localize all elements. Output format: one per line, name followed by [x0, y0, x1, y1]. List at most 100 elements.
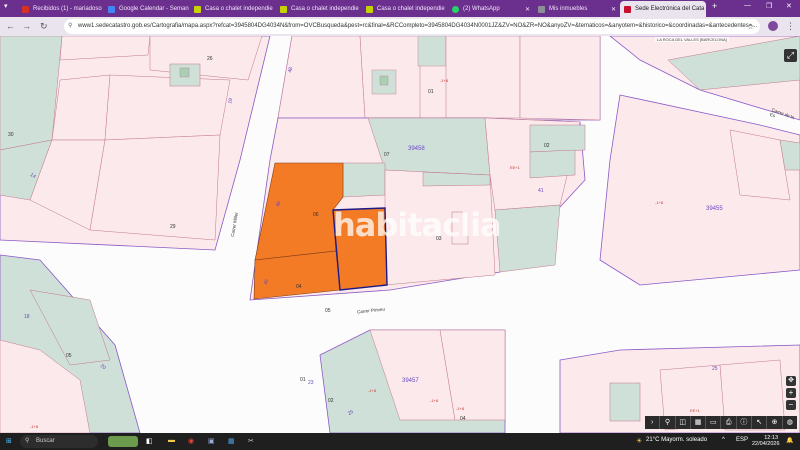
house-number: 18 — [24, 314, 30, 320]
house-number: 45 — [263, 278, 271, 286]
habitaclia-icon — [280, 5, 287, 13]
tab-listing-3[interactable]: Casa o chalet independie✕ — [362, 1, 448, 17]
browser-tab-bar: Recibidos (1) - mariadoso✕ Google Calend… — [0, 0, 800, 17]
bookmark-star-icon[interactable]: ☆ — [747, 19, 754, 34]
catastro-icon — [624, 5, 631, 13]
url-input[interactable]: ⚲ www1.sedecatastro.gob.es/Cartografia/m… — [64, 19, 760, 34]
tool-icon[interactable]: ✂ — [248, 437, 254, 445]
parcel-number: 30 — [8, 132, 14, 138]
screen: Recibidos (1) - mariadoso✕ Google Calend… — [0, 0, 800, 450]
marker-label: EE+1 — [510, 165, 520, 170]
marker-label: -1+8 — [430, 398, 439, 403]
block-number: 39457 — [402, 378, 419, 384]
address-bar: ← → ↻ ⚲ www1.sedecatastro.gob.es/Cartogr… — [0, 17, 800, 36]
street-label: Carrer Pirineu — [356, 306, 386, 315]
tray-chevron-icon[interactable]: ^ — [722, 437, 725, 443]
close-icon[interactable]: ✕ — [521, 6, 530, 13]
windows-taskbar: ⊞ ⚲ Buscar ◧ ▬ ◉ ▣ ▦ ✂ ☀ 21°C Mayorm. so… — [0, 433, 800, 450]
taskbar-search[interactable]: ⚲ Buscar — [20, 435, 98, 448]
habitaclia-icon — [366, 5, 373, 13]
layers-icon[interactable]: ◫ — [676, 416, 691, 429]
habitaclia-watermark: habitaclia — [333, 206, 502, 244]
map-toolbar: › ⚲ ◫ ▦ ▭ ⎙ ⓘ ↖ ⊕ ◍ — [645, 416, 797, 429]
block-number: 39458 — [408, 146, 425, 152]
marker-label: EE+1 — [690, 408, 700, 413]
street-label: Carrer Miller — [229, 211, 239, 238]
zoom-in-button[interactable]: + — [786, 388, 796, 398]
parcel-number: 01 — [300, 377, 306, 383]
tab-calendar[interactable]: Google Calendar - Seman✕ — [104, 1, 190, 17]
maximize-icon[interactable]: ❐ — [766, 2, 772, 10]
weather-icon: ☀ — [636, 438, 643, 445]
reload-icon[interactable]: ↻ — [40, 21, 48, 32]
house-number: 20 — [98, 362, 107, 372]
gmail-icon — [22, 5, 29, 13]
calendar-icon — [108, 5, 115, 13]
whatsapp-icon — [452, 5, 459, 13]
minimize-icon[interactable]: — — [744, 2, 751, 9]
windows-start-icon[interactable]: ⊞ — [6, 437, 12, 445]
ruler-icon[interactable]: ▭ — [706, 416, 722, 429]
calculator-icon[interactable]: ▦ — [228, 437, 235, 445]
menu-icon[interactable]: ⋮ — [786, 21, 795, 32]
house-number: 25 — [346, 409, 355, 417]
print-icon[interactable]: ⎙ — [721, 416, 737, 429]
zoom-out-button[interactable]: − — [786, 400, 796, 410]
marker-label: -1+8 — [655, 200, 664, 205]
app-icon[interactable]: ▣ — [208, 437, 215, 445]
forward-icon[interactable]: → — [22, 21, 31, 31]
house-number: 48 — [287, 66, 295, 74]
parcel-number: 05 — [325, 308, 331, 314]
parcel-number: 04 — [296, 284, 302, 290]
arrow-right-icon[interactable]: › — [645, 416, 661, 429]
marker-label: -1+8 — [368, 388, 377, 393]
tab-mis-inmuebles[interactable]: Mis inmuebles ✕ — [534, 1, 620, 17]
habitaclia-icon — [194, 5, 201, 13]
marker-label: -1+8 — [30, 424, 39, 429]
fullscreen-icon[interactable]: ⤢ — [784, 49, 797, 62]
notification-icon[interactable]: 🔔 — [786, 437, 793, 444]
house-number: 14 — [28, 172, 37, 180]
grid-icon[interactable]: ▦ — [691, 416, 707, 429]
parcel-number: 29 — [170, 224, 176, 230]
parcel-number: 04 — [460, 416, 466, 422]
cadastral-map[interactable]: 26 30 29 01 07 02 06 05 04 03 01 02 04 0… — [0, 35, 800, 434]
parcel-number: 02 — [328, 398, 334, 404]
parcel-number: 05 — [66, 353, 72, 359]
parcel-number: 07 — [384, 152, 390, 158]
tab-catastro[interactable]: Sede Electrónica del Cata✕ — [620, 1, 706, 17]
pointer-icon[interactable]: ↖ — [752, 416, 768, 429]
chrome-icon[interactable]: ◉ — [188, 437, 194, 445]
site-info-icon[interactable]: ⚲ — [68, 19, 72, 34]
close-icon[interactable]: ✕ — [704, 6, 706, 13]
task-view-icon[interactable]: ◧ — [146, 437, 153, 445]
parcel-number: 02 — [544, 143, 550, 149]
close-icon[interactable]: ✕ — [607, 6, 616, 13]
info-icon[interactable]: ⓘ — [737, 416, 753, 429]
pan-icon[interactable]: ✥ — [786, 376, 796, 386]
window-close-icon[interactable]: ✕ — [786, 2, 792, 10]
new-tab-button[interactable]: + — [712, 1, 717, 11]
page-icon — [538, 5, 545, 13]
tab-gmail[interactable]: Recibidos (1) - mariadoso✕ — [18, 1, 104, 17]
profile-avatar[interactable] — [768, 21, 778, 31]
language-indicator[interactable]: ESP — [736, 437, 748, 443]
house-number: 23 — [308, 380, 314, 386]
house-number: 25 — [712, 366, 718, 372]
parcel-number: 01 — [428, 89, 434, 95]
clock[interactable]: 12:13 22/04/2026 — [752, 435, 780, 447]
marker-label: -1+8 — [456, 406, 465, 411]
municipality-label: LA ROCA DEL VALLES [BARCELONA] — [655, 37, 729, 42]
widget-image[interactable] — [108, 436, 138, 447]
file-explorer-icon[interactable]: ▬ — [168, 437, 175, 444]
tab-search-icon[interactable]: ▾ — [4, 2, 8, 10]
back-icon[interactable]: ← — [6, 21, 15, 31]
block-number: 39455 — [706, 206, 723, 212]
house-number: 41 — [538, 188, 544, 194]
zoom-icon[interactable]: ⊕ — [767, 416, 783, 429]
tab-whatsapp[interactable]: (2) WhatsApp ✕ — [448, 1, 534, 17]
search-icon[interactable]: ⚲ — [660, 416, 676, 429]
tab-listing-2[interactable]: Casa o chalet independie✕ — [276, 1, 362, 17]
globe-icon[interactable]: ◍ — [783, 416, 797, 429]
tab-listing-1[interactable]: Casa o chalet independie✕ — [190, 1, 276, 17]
